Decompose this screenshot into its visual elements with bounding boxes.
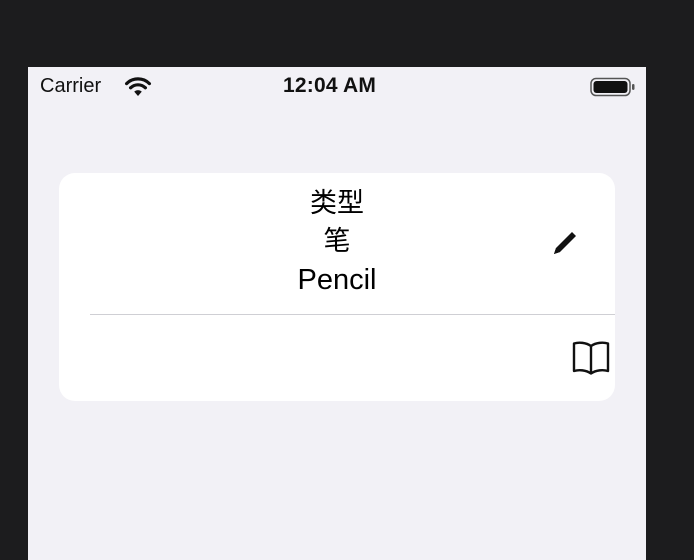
list-item-text: 类型 笔 Pencil: [59, 185, 615, 299]
book-icon: [572, 341, 610, 375]
carrier-label: Carrier: [40, 75, 102, 97]
list-item-detail: Pencil: [297, 264, 377, 296]
list-card: 类型 笔 Pencil: [59, 173, 615, 401]
pencil-icon: [554, 232, 576, 254]
battery-full-icon: [590, 77, 635, 97]
status-bar: Carrier 12:04 AM: [28, 67, 646, 107]
status-time: 12:04 AM: [283, 74, 377, 97]
list-item[interactable]: 类型 笔 Pencil: [59, 173, 615, 314]
list-item-subtitle: 笔: [323, 226, 351, 257]
wifi-icon: [125, 77, 151, 96]
list-item-title: 类型: [310, 188, 364, 219]
phone-screen: Carrier 12:04 AM 类型 笔 Pencil: [28, 67, 646, 560]
list-item[interactable]: [59, 314, 615, 401]
